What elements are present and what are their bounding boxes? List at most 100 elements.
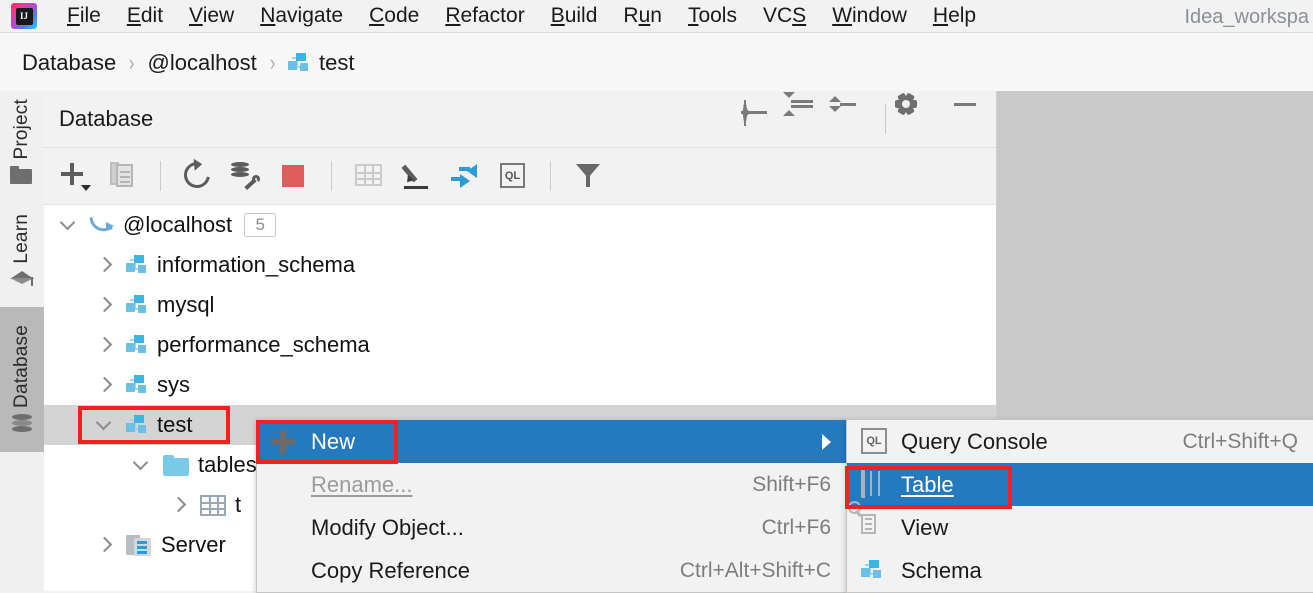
breadcrumb-label: test <box>319 49 355 75</box>
add-new-icon[interactable] <box>58 159 92 193</box>
tree-node-performance-schema[interactable]: performance_schema <box>44 325 996 365</box>
context-menu-item-modify-object[interactable]: Modify Object... Ctrl+F6 <box>257 506 847 549</box>
schema-icon <box>288 52 310 73</box>
context-menu-item-copy-reference[interactable]: Copy Reference Ctrl+Alt+Shift+C <box>257 549 847 592</box>
tree-node-label: Server <box>161 532 226 557</box>
chevron-right-icon[interactable] <box>92 332 118 358</box>
context-menu-label: Modify Object... <box>311 514 464 540</box>
submenu-item-view[interactable]: View <box>847 500 1313 549</box>
schema-count-badge: 5 <box>244 213 277 237</box>
menu-tools[interactable]: Tools <box>675 0 750 32</box>
breadcrumb-separator: › <box>269 49 276 75</box>
schema-icon <box>126 335 148 355</box>
tool-window-header: Database <box>44 91 996 148</box>
chevron-right-icon[interactable] <box>92 372 118 398</box>
filter-icon[interactable] <box>571 159 605 193</box>
divider <box>885 104 886 134</box>
chevron-right-icon[interactable] <box>92 252 118 278</box>
menu-window[interactable]: Window <box>819 0 920 32</box>
tree-node-label: tables <box>198 452 257 477</box>
breadcrumb-item-database[interactable]: Database <box>22 50 116 76</box>
query-console-icon[interactable]: QL <box>496 159 530 193</box>
submenu-label: View <box>901 514 949 540</box>
sidebar-item-database[interactable]: Database <box>0 307 44 453</box>
context-menu-label: Rename... <box>311 471 413 497</box>
minimize-icon[interactable] <box>952 104 982 134</box>
main-menu-bar: IJ FFileile Edit View Navigate Code Refa… <box>0 0 1313 32</box>
breadcrumb-item-localhost[interactable]: @localhost <box>148 50 257 76</box>
menu-navigate[interactable]: Navigate <box>247 0 356 32</box>
breadcrumb-label: Database <box>22 49 117 75</box>
menu-run[interactable]: Run <box>610 0 675 32</box>
tree-node-label: @localhost <box>123 212 233 237</box>
chevron-right-icon[interactable] <box>92 292 118 318</box>
divider <box>160 161 161 191</box>
jump-to-editor-icon[interactable] <box>448 159 482 193</box>
tree-node-mysql[interactable]: mysql <box>44 285 996 325</box>
expand-all-icon[interactable] <box>783 92 819 134</box>
intellij-idea-logo-icon: IJ <box>8 0 40 32</box>
left-tool-stripe: Project Learn Database <box>0 91 45 590</box>
schema-icon <box>126 295 148 315</box>
sidebar-item-learn[interactable]: Learn <box>0 190 44 294</box>
folder-icon <box>10 165 34 190</box>
submenu-label: Query Console <box>901 428 1048 454</box>
new-submenu: QL Query Console Ctrl+Shift+Q Table View… <box>846 419 1313 593</box>
chevron-down-icon[interactable] <box>92 412 118 438</box>
sidebar-item-label: Learn <box>11 213 32 264</box>
chevron-right-icon[interactable] <box>92 532 118 558</box>
edit-pencil-icon[interactable] <box>400 159 434 193</box>
context-menu-item-rename[interactable]: Rename... Shift+F6 <box>257 463 847 506</box>
tree-node-label: performance_schema <box>157 332 370 357</box>
sidebar-item-label: Database <box>11 325 32 409</box>
submenu-item-table[interactable]: Table <box>847 463 1313 506</box>
refresh-icon[interactable] <box>178 156 216 194</box>
database-toolbar: QL <box>44 148 996 205</box>
submenu-item-schema[interactable]: Schema <box>847 549 1313 592</box>
folder-blue-icon <box>163 454 189 476</box>
menu-edit[interactable]: Edit <box>114 0 176 32</box>
tree-node-label: t <box>235 492 242 517</box>
breadcrumb-item-test[interactable]: test <box>288 50 354 76</box>
menu-file[interactable]: FFileile <box>54 0 114 32</box>
context-menu: New Rename... Shift+F6 Modify Object... … <box>256 419 848 593</box>
tree-node-sys[interactable]: sys <box>44 365 996 405</box>
scroll-from-source-icon[interactable] <box>741 102 773 134</box>
menu-code[interactable]: Code <box>356 0 432 32</box>
schema-icon <box>126 375 148 395</box>
table-icon <box>861 468 889 499</box>
chevron-right-icon[interactable] <box>166 492 192 518</box>
window-title: Idea_workspa <box>1184 6 1309 28</box>
submenu-label: Table <box>901 471 954 497</box>
settings-gear-icon[interactable] <box>895 92 936 134</box>
chevron-down-icon <box>81 185 91 191</box>
menu-refactor[interactable]: Refactor <box>432 0 537 32</box>
menu-build[interactable]: Build <box>538 0 611 32</box>
schema-icon <box>126 415 148 435</box>
duplicate-icon[interactable] <box>106 159 140 193</box>
sidebar-item-project[interactable]: Project <box>0 91 44 190</box>
context-menu-label: New <box>311 428 356 454</box>
menu-help[interactable]: Help <box>920 0 989 32</box>
graduation-cap-icon <box>10 269 34 293</box>
menu-view[interactable]: View <box>176 0 247 32</box>
tree-node-label: mysql <box>157 292 215 317</box>
tree-node-information-schema[interactable]: information_schema <box>44 245 996 285</box>
submenu-shortcut: Ctrl+Shift+Q <box>1182 429 1298 453</box>
tree-node-label: information_schema <box>157 252 356 277</box>
stop-icon[interactable] <box>277 159 311 193</box>
chevron-down-icon[interactable] <box>56 212 82 238</box>
db-settings-icon[interactable] <box>229 159 263 193</box>
tool-window-title: Database <box>59 106 154 131</box>
sidebar-item-label: Project <box>11 99 32 160</box>
tree-node-localhost[interactable]: @localhost 5 <box>44 205 996 245</box>
menu-vcs[interactable]: VCS <box>750 0 819 32</box>
context-menu-item-new[interactable]: New <box>257 420 847 463</box>
data-grid-icon[interactable] <box>352 159 386 193</box>
chevron-down-icon[interactable] <box>129 452 155 478</box>
context-menu-shortcut: Shift+F6 <box>752 472 831 496</box>
chevron-right-icon <box>822 433 831 450</box>
submenu-item-query-console[interactable]: QL Query Console Ctrl+Shift+Q <box>847 420 1313 463</box>
submenu-label: Schema <box>901 557 982 583</box>
collapse-all-icon[interactable] <box>829 96 865 134</box>
